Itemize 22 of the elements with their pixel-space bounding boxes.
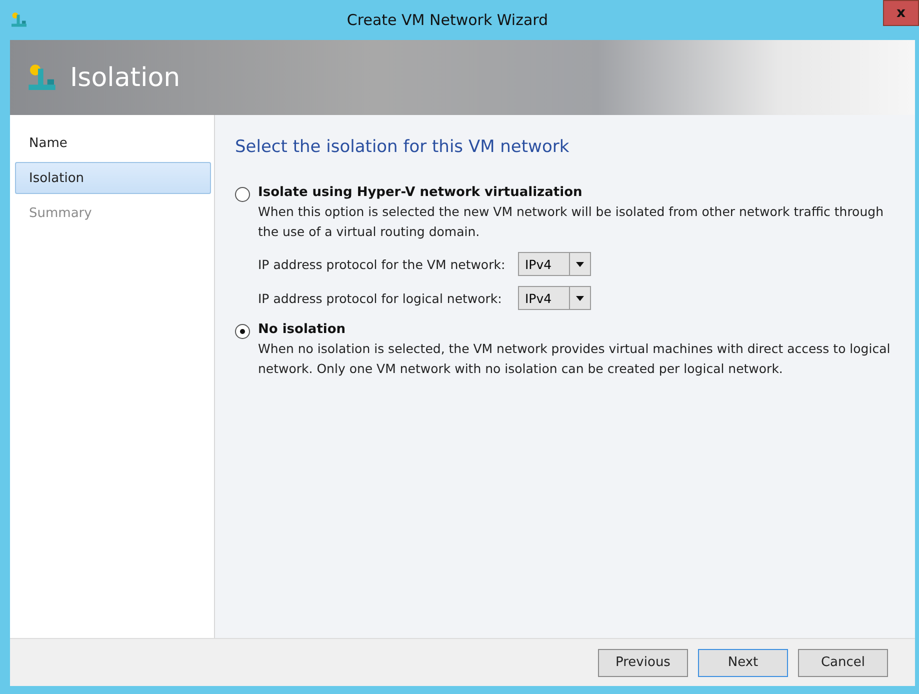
window-title: Create VM Network Wizard (346, 11, 550, 29)
caret-icon (576, 262, 584, 267)
protocol-dropdown[interactable]: IPv4 (518, 286, 591, 310)
wizard-button[interactable]: Next (698, 648, 788, 676)
page-title: Isolation (70, 62, 180, 92)
wizard-button[interactable]: Previous (598, 648, 688, 676)
option-description: When no isolation is selected, the VM network provides virtual machines with direct access to logical network. Only one VM network with no isolation can be created per logical network. (258, 340, 892, 378)
network-icon (10, 11, 28, 29)
option-title: Isolate using Hyper-V network virtualization (258, 185, 584, 200)
field-label: IP address protocol for logical network: (258, 290, 503, 306)
option-title: No isolation (258, 322, 347, 337)
option-description: When this option is selected the new VM network will be isolated from other network traffic through the use of a virtual routing domain. (258, 203, 884, 241)
close-button[interactable]: x (883, 0, 919, 26)
protocol-dropdown[interactable]: IPv4 (518, 252, 591, 276)
step-item[interactable]: Name (15, 127, 211, 159)
step-item[interactable]: Isolation (15, 162, 211, 194)
caret-icon (576, 296, 584, 301)
radio-button[interactable] (235, 324, 250, 339)
wizard-button[interactable]: Cancel (798, 648, 888, 676)
section-heading: Select the isolation for this VM network (235, 137, 570, 157)
field-label: IP address protocol for the VM network: (258, 256, 506, 272)
radio-button[interactable] (235, 187, 250, 202)
